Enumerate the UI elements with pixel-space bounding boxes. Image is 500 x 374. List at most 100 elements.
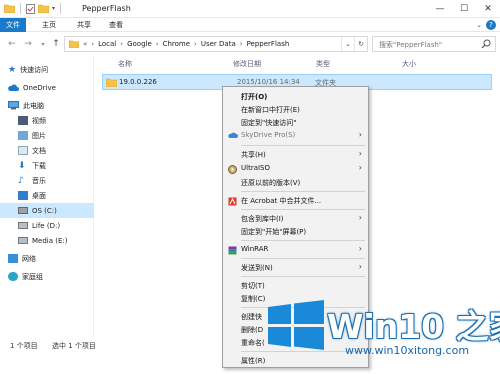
column-header-name[interactable]: 名称 (118, 59, 132, 69)
chevron-right-icon: › (358, 213, 362, 222)
divider (20, 3, 21, 14)
address-bar[interactable]: « › Local › Google › Chrome › User Data … (64, 36, 368, 52)
menu-item-open[interactable]: 打开(O) (223, 91, 368, 103)
column-header-type[interactable]: 类型 (316, 59, 330, 69)
menu-item-skydrive-pro[interactable]: SkyDrive Pro(S) › (223, 130, 368, 142)
nav-label: 音乐 (32, 176, 46, 185)
homegroup-icon (8, 272, 18, 281)
nav-label: Life (D:) (32, 221, 61, 230)
column-header-date[interactable]: 修改日期 (233, 59, 261, 69)
tab-view[interactable]: 查看 (103, 18, 129, 32)
overflow-crumb[interactable]: « (83, 40, 87, 48)
acrobat-icon (228, 197, 237, 206)
chevron-down-icon[interactable]: ▾ (52, 5, 55, 12)
drive-icon (18, 207, 28, 214)
nav-item-music[interactable]: ♪ 音乐 (0, 173, 94, 188)
breadcrumb-chrome[interactable]: Chrome (163, 40, 190, 48)
help-icon[interactable]: ? (486, 20, 496, 30)
properties-icon[interactable] (26, 3, 35, 14)
chevron-right-icon: › (239, 40, 243, 48)
drive-icon (18, 237, 28, 244)
nav-label: 下载 (32, 161, 46, 170)
nav-item-pictures[interactable]: 图片 (0, 128, 94, 143)
menu-item-ultraiso[interactable]: UltraISO › (223, 163, 368, 175)
nav-item-media-e[interactable]: Media (E:) (0, 233, 94, 248)
divider (60, 3, 62, 14)
ribbon: 文件 主页 共享 查看 ⌄ ? (0, 18, 500, 32)
window-title: PepperFlash (82, 4, 131, 13)
tab-file[interactable]: 文件 (0, 18, 26, 32)
maximize-button[interactable]: ☐ (452, 0, 476, 18)
address-row: ← → ▾ ↑ « › Local › Google › Chrome › Us… (0, 33, 500, 55)
tab-home[interactable]: 主页 (36, 18, 62, 32)
documents-folder-icon (18, 146, 28, 155)
back-button[interactable]: ← (6, 38, 18, 50)
close-button[interactable]: ✕ (476, 0, 500, 18)
nav-item-desktop[interactable]: 桌面 (0, 188, 94, 203)
menu-separator (241, 191, 365, 192)
address-dropdown-icon[interactable]: ⌄ (341, 37, 354, 51)
chevron-down-icon: ▾ (41, 40, 45, 48)
refresh-icon[interactable]: ↻ (354, 37, 367, 51)
star-icon: ★ (8, 64, 17, 75)
breadcrumb-local[interactable]: Local (98, 40, 116, 48)
column-header-size[interactable]: 大小 (402, 59, 416, 69)
menu-item-share[interactable]: 共享(H) › (223, 149, 368, 161)
breadcrumb-user-data[interactable]: User Data (201, 40, 236, 48)
windows-logo-icon (268, 300, 324, 350)
menu-item-winrar[interactable]: WinRAR › (223, 244, 368, 256)
skydrive-icon (228, 132, 238, 138)
expand-ribbon-icon[interactable]: ⌄ (476, 21, 482, 29)
nav-item-onedrive[interactable]: OneDrive (0, 80, 94, 95)
winrar-icon (228, 246, 237, 255)
breadcrumb-pepperflash[interactable]: PepperFlash (247, 40, 290, 48)
title-bar: ▾ PepperFlash — ☐ ✕ (0, 0, 500, 18)
new-folder-icon[interactable] (38, 4, 49, 13)
selection-count: 选中 1 个项目 (52, 342, 96, 350)
menu-item-include-library[interactable]: 包含到库中(I) › (223, 213, 368, 225)
menu-item-cut[interactable]: 剪切(T) (223, 280, 368, 292)
menu-item-restore-versions[interactable]: 还原以前的版本(V) (223, 177, 368, 189)
menu-item-pin-start[interactable]: 固定到"开始"屏幕(P) (223, 226, 368, 238)
nav-item-os-c[interactable]: OS (C:) (0, 203, 94, 218)
desktop-folder-icon (18, 191, 28, 200)
nav-item-homegroup[interactable]: 家庭组 (0, 269, 94, 284)
tab-share[interactable]: 共享 (71, 18, 97, 32)
up-button[interactable]: ↑ (50, 38, 62, 50)
pictures-folder-icon (18, 131, 28, 140)
nav-item-this-pc[interactable]: 此电脑 (0, 98, 94, 113)
minimize-icon: — (435, 4, 445, 14)
nav-label: 桌面 (32, 191, 46, 200)
search-icon[interactable] (481, 39, 491, 49)
search-input[interactable]: 搜索"PepperFlash" (372, 36, 496, 52)
nav-item-videos[interactable]: 视频 (0, 113, 94, 128)
nav-label: 快速访问 (20, 65, 49, 74)
menu-separator (241, 145, 365, 146)
watermark-brand: Win10 之家 (327, 307, 500, 346)
nav-item-quick-access[interactable]: ★ 快速访问 (0, 62, 94, 77)
menu-item-open-new-window[interactable]: 在新窗口中打开(E) (223, 104, 368, 116)
recent-locations-button[interactable]: ▾ (37, 38, 49, 50)
menu-item-send-to[interactable]: 发送到(N) › (223, 262, 368, 274)
nav-item-network[interactable]: 网络 (0, 251, 94, 266)
menu-separator (241, 258, 365, 259)
folder-icon (4, 4, 15, 13)
menu-item-acrobat-combine[interactable]: 在 Acrobat 中合并文件... (223, 195, 368, 207)
file-date: 2015/10/16 14:34 (237, 78, 300, 86)
watermark: Win10 之家 www.win10xitong.com (265, 294, 500, 372)
arrow-up-icon: ↑ (52, 39, 60, 49)
nav-item-documents[interactable]: 文档 (0, 143, 94, 158)
breadcrumb-google[interactable]: Google (127, 40, 152, 48)
nav-item-life-d[interactable]: Life (D:) (0, 218, 94, 233)
search-placeholder: 搜索"PepperFlash" (379, 41, 443, 49)
nav-label: 网络 (22, 254, 36, 263)
minimize-button[interactable]: — (428, 0, 452, 18)
folder-icon (69, 40, 79, 48)
forward-button[interactable]: → (22, 38, 34, 50)
menu-item-pin-quick-access[interactable]: 固定到"快速访问" (223, 117, 368, 129)
drive-icon (18, 222, 28, 229)
nav-item-downloads[interactable]: ⬇ 下载 (0, 158, 94, 173)
close-icon: ✕ (484, 4, 492, 14)
chevron-right-icon: › (155, 40, 159, 48)
nav-label: 视频 (32, 116, 46, 125)
